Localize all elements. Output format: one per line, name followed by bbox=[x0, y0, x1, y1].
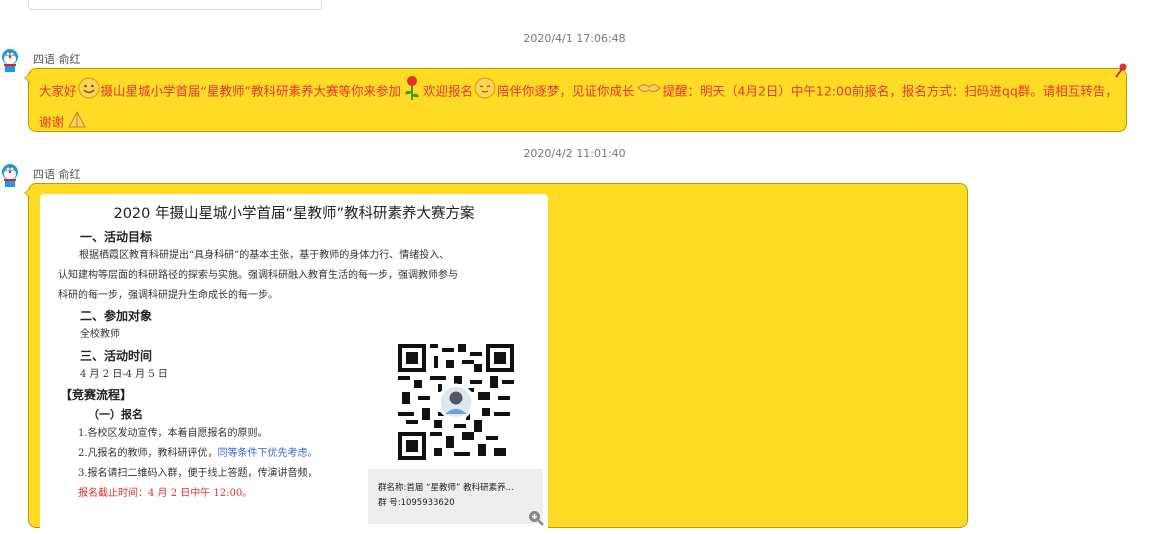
doc-highlight-text: 同等条件下优先考虑。 bbox=[217, 448, 318, 459]
pray-icon bbox=[65, 109, 89, 137]
previous-message-bubble[interactable] bbox=[28, 0, 322, 10]
subsection-heading: （一）报名 bbox=[88, 408, 143, 421]
doc-paragraph-line: 根据栖霞区教育科研提出“具身科研”的基本主张，基于教师的身体力行、情绪投入、 bbox=[79, 250, 450, 261]
doc-deadline-text: 报名截止时间：4 月 2 日中午 12:00。 bbox=[78, 488, 253, 499]
message-text-part: 摄山星城小学首届“星教师”教科研素养大赛等你来参加 bbox=[100, 83, 401, 99]
avatar[interactable] bbox=[0, 48, 20, 74]
doc-title: 2020 年摄山星城小学首届“星教师”教科研素养大赛方案 bbox=[113, 206, 475, 222]
message-text-part: 陪伴你逐梦，见证你成长 bbox=[496, 83, 635, 99]
section-heading: 二、参加对象 bbox=[80, 309, 153, 323]
message-text-part: 欢迎报名 bbox=[422, 83, 473, 99]
doc-list-item-text: 2.凡报名的教师，教科研评优， bbox=[78, 448, 218, 459]
pin-decoration-icon bbox=[1114, 63, 1128, 83]
qr-group-name: 群名称:首届 “星教师” 教科研素养... bbox=[378, 483, 514, 493]
doc-paragraph-line: 认知建构等层面的科研路径的探索与实施。强调科研融入教育生活的每一步，强调教师参与 bbox=[58, 270, 458, 281]
qr-code-icon bbox=[398, 344, 514, 460]
doc-list-item: 1.各校区发动宣传，本着自愿报名的原则。 bbox=[78, 428, 268, 439]
doc-list-item: 2.凡报名的教师，教科研评优，同等条件下优先考虑。 bbox=[78, 444, 318, 464]
smile-icon bbox=[78, 77, 100, 107]
qr-group-info: 群名称:首届 “星教师” 教科研素养... 群 号:1095933620 bbox=[368, 469, 543, 524]
handshake-icon bbox=[636, 78, 662, 106]
message-bubble[interactable]: 大家好 摄山星城小学首届“星教师”教科研素养大赛等你来参加 欢迎报名 陪伴你逐梦，见证… bbox=[24, 63, 1127, 132]
avatar[interactable] bbox=[0, 163, 20, 189]
welcome-icon bbox=[474, 77, 496, 107]
section-heading: 三、活动时间 bbox=[80, 349, 153, 363]
rose-icon bbox=[402, 75, 422, 109]
message-text-part: 大家好 bbox=[39, 83, 77, 99]
sender-name: 四语 俞红 bbox=[33, 168, 81, 181]
section-heading: 【竞赛流程】 bbox=[60, 388, 133, 402]
doc-list-item: 3.报名请扫二维码入群，便于线上答题，传演讲音频， bbox=[78, 468, 318, 479]
doc-paragraph-line: 科研的每一步，强调科研提升生命成长的每一步。 bbox=[58, 290, 278, 301]
qr-group-number: 群 号:1095933620 bbox=[378, 498, 455, 508]
message-bubble[interactable]: 2020 年摄山星城小学首届“星教师”教科研素养大赛方案 一、活动目标 根据栖霞… bbox=[24, 183, 968, 534]
doraemon-avatar-icon bbox=[2, 49, 18, 72]
doraemon-avatar-icon bbox=[2, 164, 18, 187]
image-attachment[interactable]: 2020 年摄山星城小学首届“星教师”教科研素养大赛方案 一、活动目标 根据栖霞… bbox=[40, 194, 548, 534]
message-text: 大家好 摄山星城小学首届“星教师”教科研素养大赛等你来参加 欢迎报名 陪伴你逐梦，见证… bbox=[39, 75, 1118, 137]
doc-paragraph-line: 全校教师 bbox=[80, 329, 120, 340]
message-timestamp: 2020/4/2 11:01:40 bbox=[523, 147, 626, 160]
sender-name: 四语 俞红 bbox=[33, 53, 81, 66]
section-heading: 一、活动目标 bbox=[80, 230, 153, 244]
zoom-icon[interactable] bbox=[528, 510, 544, 530]
doc-paragraph-line: 4 月 2 日-4 月 5 日 bbox=[80, 369, 168, 380]
message-timestamp: 2020/4/1 17:06:48 bbox=[523, 32, 626, 45]
